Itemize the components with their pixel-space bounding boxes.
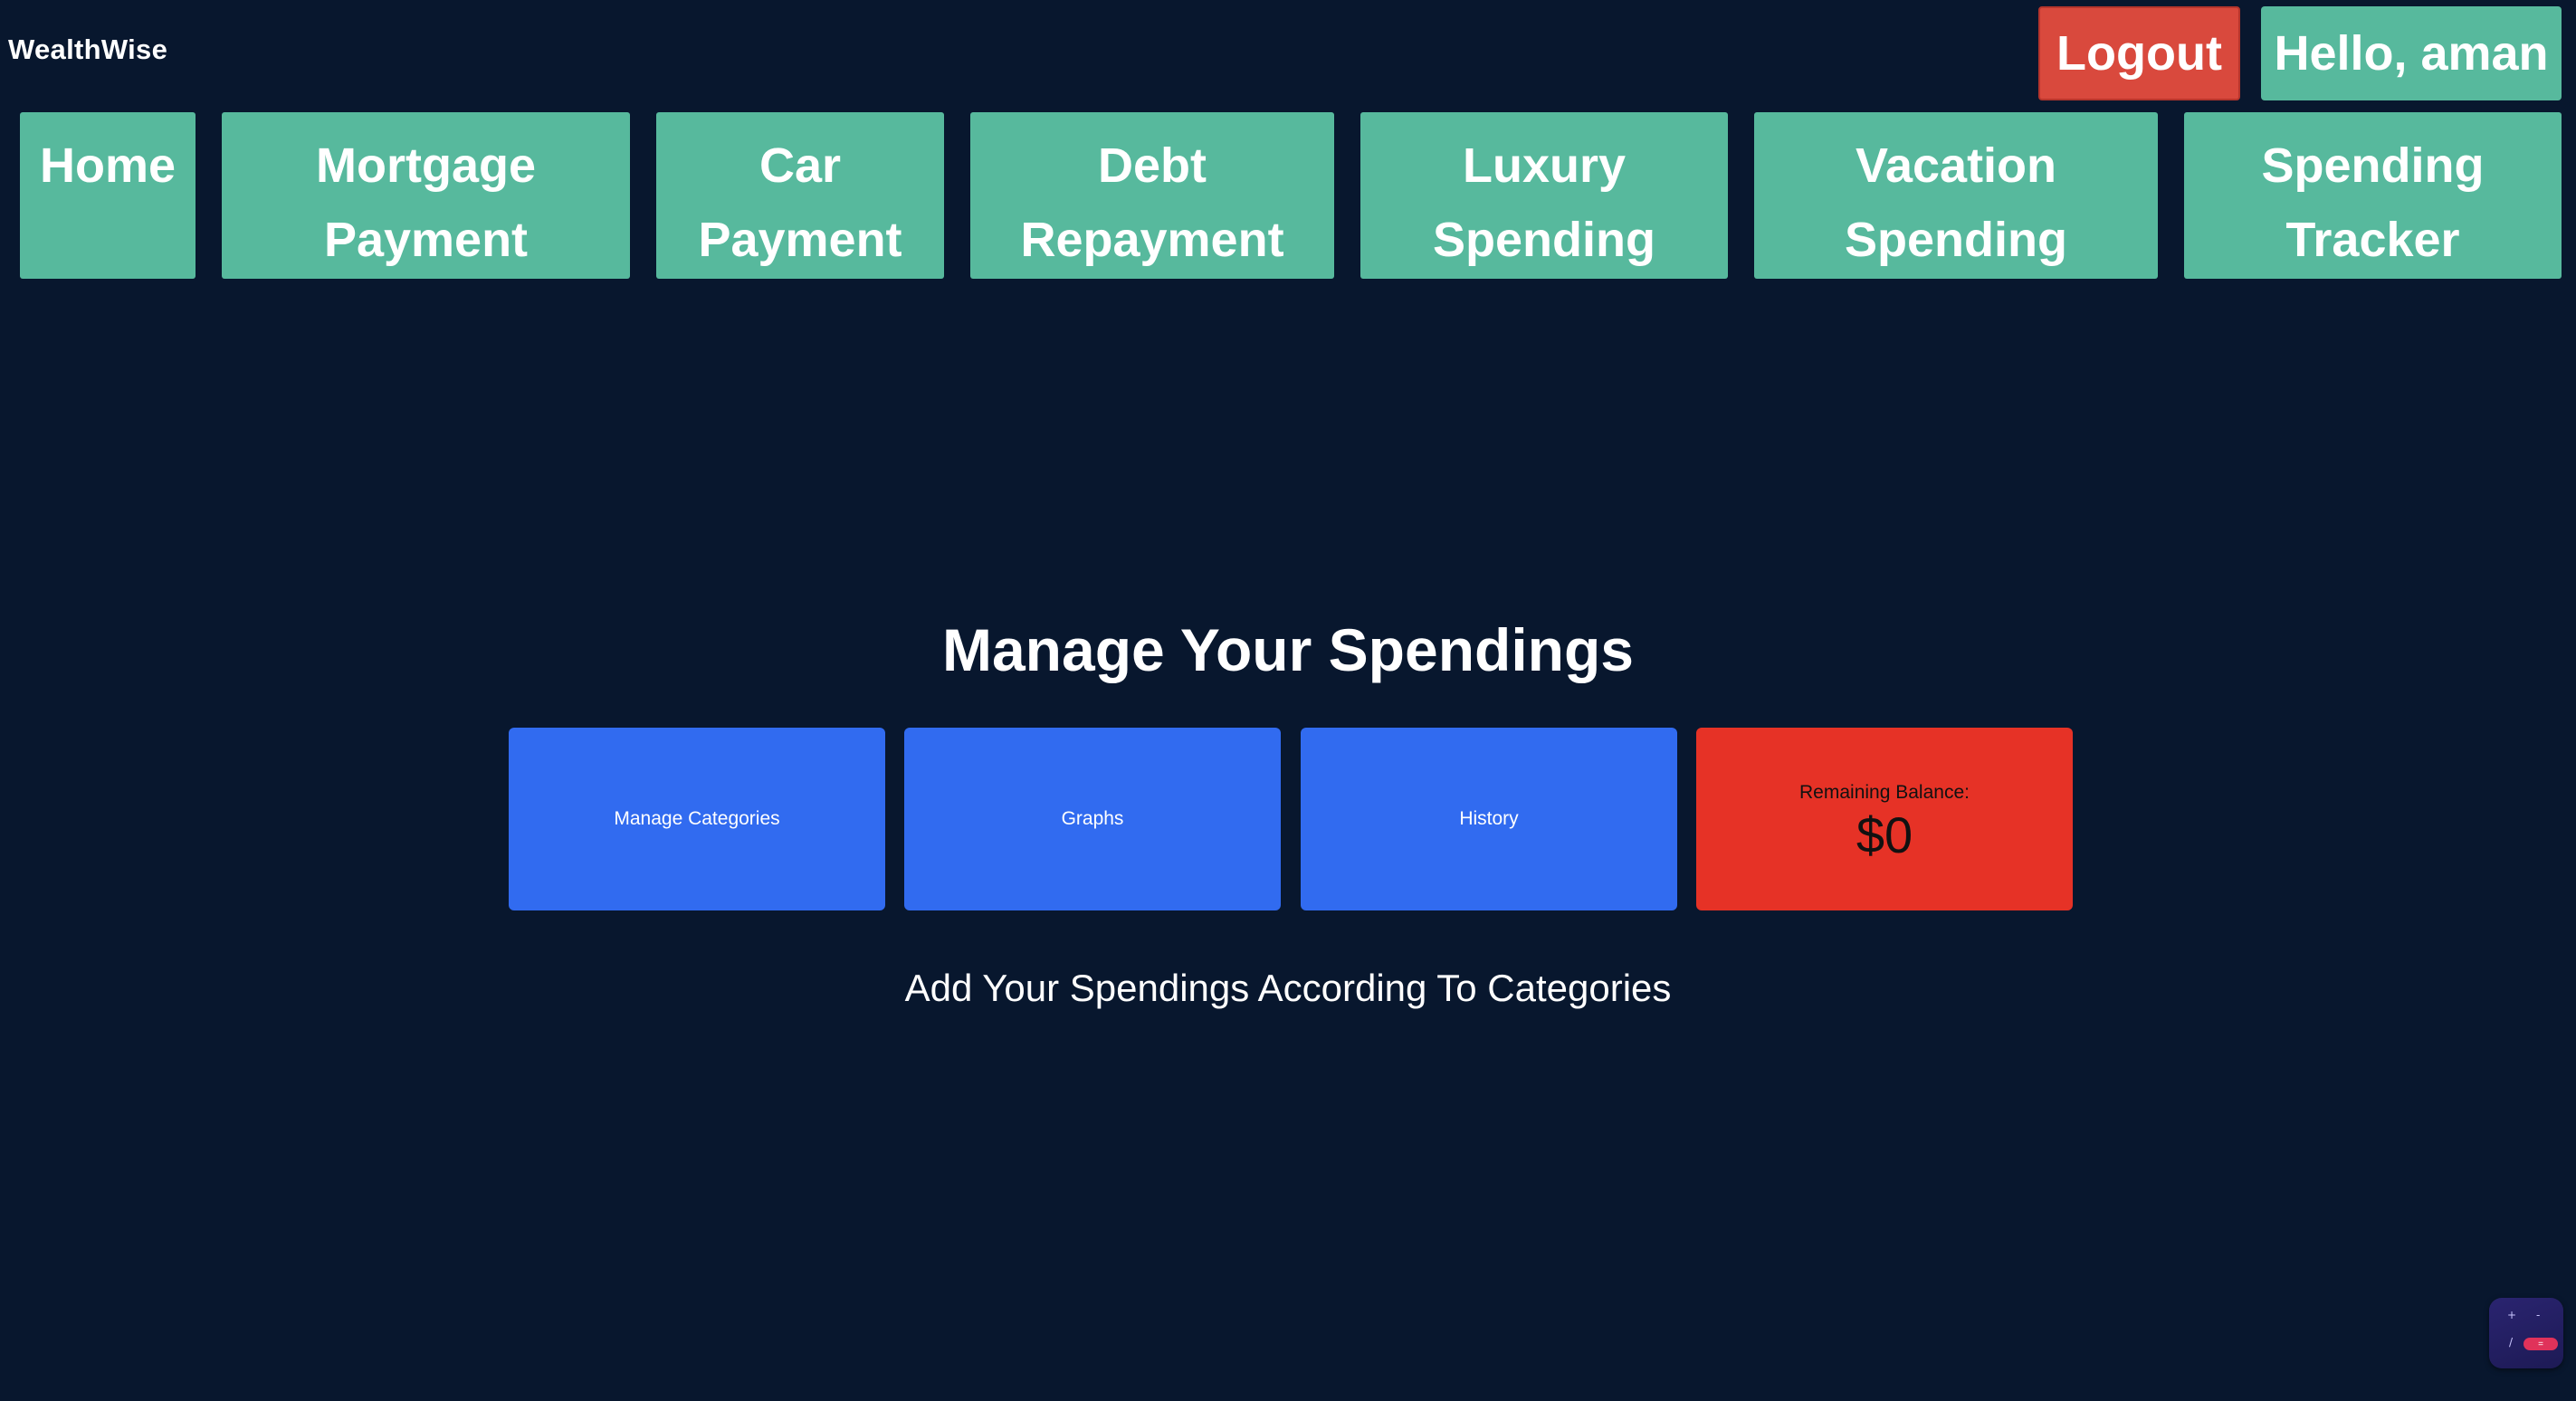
widget-plus-glyph: +: [2507, 1309, 2517, 1321]
logout-button[interactable]: Logout: [2038, 6, 2240, 100]
page-title: Manage Your Spendings: [942, 616, 1634, 683]
page-subtitle: Add Your Spendings According To Categori…: [904, 967, 1672, 1009]
widget-minus-glyph: -: [2536, 1309, 2541, 1321]
nav-spending-tracker[interactable]: Spending Tracker: [2184, 112, 2562, 279]
calculator-widget-icon[interactable]: + - / =: [2489, 1298, 2563, 1368]
nav-car-payment-label: Car Payment: [698, 138, 902, 267]
nav-car-payment[interactable]: Car Payment: [656, 112, 944, 279]
widget-slash-glyph: /: [2509, 1336, 2514, 1349]
nav-debt-repayment-label: Debt Repayment: [1020, 138, 1284, 267]
nav-debt-repayment[interactable]: Debt Repayment: [970, 112, 1334, 279]
nav-luxury-spending-label: Luxury Spending: [1433, 138, 1655, 267]
widget-equals-pill: =: [2524, 1338, 2558, 1350]
nav-home-label: Home: [39, 138, 177, 193]
nav-mortgage-payment-label: Mortgage Payment: [316, 138, 536, 267]
graphs-button[interactable]: Graphs: [904, 728, 1281, 910]
history-button[interactable]: History: [1301, 728, 1677, 910]
brand-logo[interactable]: WealthWise: [8, 33, 167, 66]
user-greeting-button[interactable]: Hello, aman: [2261, 6, 2562, 100]
nav-luxury-spending[interactable]: Luxury Spending: [1360, 112, 1728, 279]
remaining-balance-value: $0: [1856, 805, 1913, 863]
app-page: WealthWise Logout Hello, aman Home Mortg…: [0, 0, 2576, 1401]
nav-vacation-spending[interactable]: Vacation Spending: [1754, 112, 2158, 279]
nav-spending-tracker-label: Spending Tracker: [2261, 138, 2485, 267]
nav-vacation-spending-label: Vacation Spending: [1845, 138, 2067, 267]
remaining-balance-card: Remaining Balance: $0: [1696, 728, 2073, 910]
manage-categories-button[interactable]: Manage Categories: [509, 728, 885, 910]
nav-home[interactable]: Home: [20, 112, 196, 279]
remaining-balance-label: Remaining Balance:: [1799, 781, 1970, 803]
nav-mortgage-payment[interactable]: Mortgage Payment: [222, 112, 630, 279]
